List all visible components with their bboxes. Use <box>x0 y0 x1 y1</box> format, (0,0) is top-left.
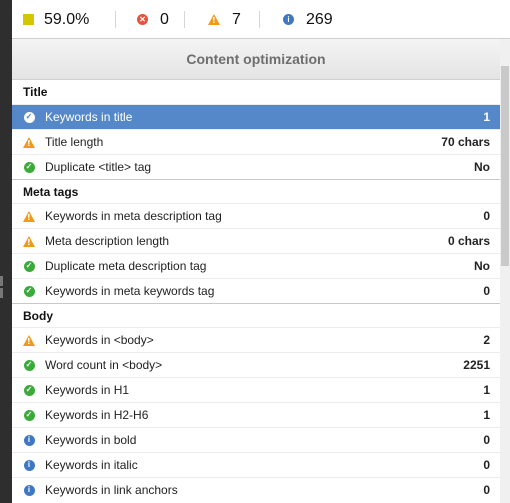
strip-marker <box>0 276 3 286</box>
section-header: Title <box>23 85 48 99</box>
scrollbar-thumb[interactable] <box>501 66 509 266</box>
check-row[interactable]: Keywords in <body> 2 <box>12 327 500 352</box>
check-value: 1 <box>483 383 490 397</box>
info-icon: i <box>23 484 35 496</box>
info-icon: i <box>283 14 294 25</box>
check-value: 70 chars <box>441 135 490 149</box>
check-row[interactable]: ✓ Keywords in meta keywords tag 0 <box>12 278 500 303</box>
check-label: Keywords in <body> <box>45 333 154 347</box>
check-value: 2 <box>483 333 490 347</box>
checks-list: Title ✓ Keywords in title 1 Title length 70 c… <box>12 80 500 502</box>
check-label: Keywords in title <box>45 110 133 124</box>
vertical-scrollbar[interactable] <box>500 39 510 503</box>
check-label: Keywords in italic <box>45 458 138 472</box>
check-circle-icon: ✓ <box>23 285 35 297</box>
check-value: 1 <box>483 110 490 124</box>
check-label: Keywords in meta keywords tag <box>45 284 215 298</box>
score-square-icon <box>23 14 34 25</box>
warning-icon <box>23 136 35 148</box>
check-value: 0 <box>483 209 490 223</box>
check-label: Meta description length <box>45 234 170 248</box>
check-row[interactable]: i Keywords in italic 0 <box>12 452 500 477</box>
warnings-summary[interactable]: 7 <box>208 0 241 39</box>
check-row[interactable]: ✓ Keywords in H2-H6 1 <box>12 402 500 427</box>
check-circle-icon: ✓ <box>23 409 35 421</box>
check-circle-icon: ✓ <box>23 111 35 123</box>
check-row[interactable]: ✓ Keywords in title 1 <box>12 104 500 129</box>
check-row[interactable]: Title length 70 chars <box>12 129 500 154</box>
warning-icon <box>208 14 220 25</box>
warning-icon <box>23 334 35 346</box>
check-value: No <box>474 259 490 273</box>
check-row[interactable]: ✓ Duplicate meta description tag No <box>12 253 500 278</box>
check-row[interactable]: Keywords in meta description tag 0 <box>12 203 500 228</box>
divider <box>184 11 185 28</box>
check-label: Keywords in link anchors <box>45 483 178 497</box>
warning-icon <box>23 210 35 222</box>
check-row[interactable]: ✓ Duplicate <title> tag No <box>12 154 500 179</box>
check-label: Keywords in bold <box>45 433 137 447</box>
content-optimization-panel: Content optimization Title ✓ Keywords in t… <box>12 39 500 503</box>
section-header: Meta tags <box>12 179 500 203</box>
check-label: Duplicate <title> tag <box>45 160 152 174</box>
errors-count: 0 <box>160 10 169 28</box>
warnings-count: 7 <box>232 10 241 28</box>
check-value: 0 <box>483 458 490 472</box>
check-value: 0 <box>483 483 490 497</box>
score-summary[interactable]: 59.0% <box>23 0 89 39</box>
errors-summary[interactable]: ✕ 0 <box>137 0 169 39</box>
check-value: 0 <box>483 284 490 298</box>
check-circle-icon: ✓ <box>23 161 35 173</box>
check-row[interactable]: i Keywords in bold 0 <box>12 427 500 452</box>
check-value: 1 <box>483 408 490 422</box>
check-label: Keywords in H2-H6 <box>45 408 149 422</box>
check-row[interactable]: Meta description length 0 chars <box>12 228 500 253</box>
check-value: 0 chars <box>447 234 490 248</box>
info-icon: i <box>23 459 35 471</box>
check-circle-icon: ✓ <box>23 260 35 272</box>
check-row[interactable]: ✓ Keywords in H1 1 <box>12 377 500 402</box>
section-header: Body <box>12 303 500 327</box>
divider <box>259 11 260 28</box>
check-row[interactable]: ✓ Word count in <body> 2251 <box>12 352 500 377</box>
check-label: Keywords in H1 <box>45 383 130 397</box>
info-count: 269 <box>306 10 333 28</box>
warning-icon <box>23 235 35 247</box>
strip-marker <box>0 288 3 298</box>
check-circle-icon: ✓ <box>23 384 35 396</box>
summary-bar: 59.0% ✕ 0 7 i 269 <box>12 0 510 39</box>
check-circle-icon: ✓ <box>23 359 35 371</box>
error-icon: ✕ <box>137 14 148 25</box>
check-label: Keywords in meta description tag <box>45 209 222 223</box>
check-label: Word count in <body> <box>45 358 163 372</box>
divider <box>115 11 116 28</box>
check-value: 2251 <box>463 358 490 372</box>
check-label: Title length <box>45 135 104 149</box>
score-value: 59.0% <box>44 10 90 28</box>
info-summary[interactable]: i 269 <box>283 0 333 39</box>
check-value: No <box>474 160 490 174</box>
panel-title: Content optimization <box>12 39 500 80</box>
info-icon: i <box>23 434 35 446</box>
check-row[interactable]: i Keywords in link anchors 0 <box>12 477 500 502</box>
left-edge-strip <box>0 0 12 503</box>
check-value: 0 <box>483 433 490 447</box>
check-label: Duplicate meta description tag <box>45 259 207 273</box>
